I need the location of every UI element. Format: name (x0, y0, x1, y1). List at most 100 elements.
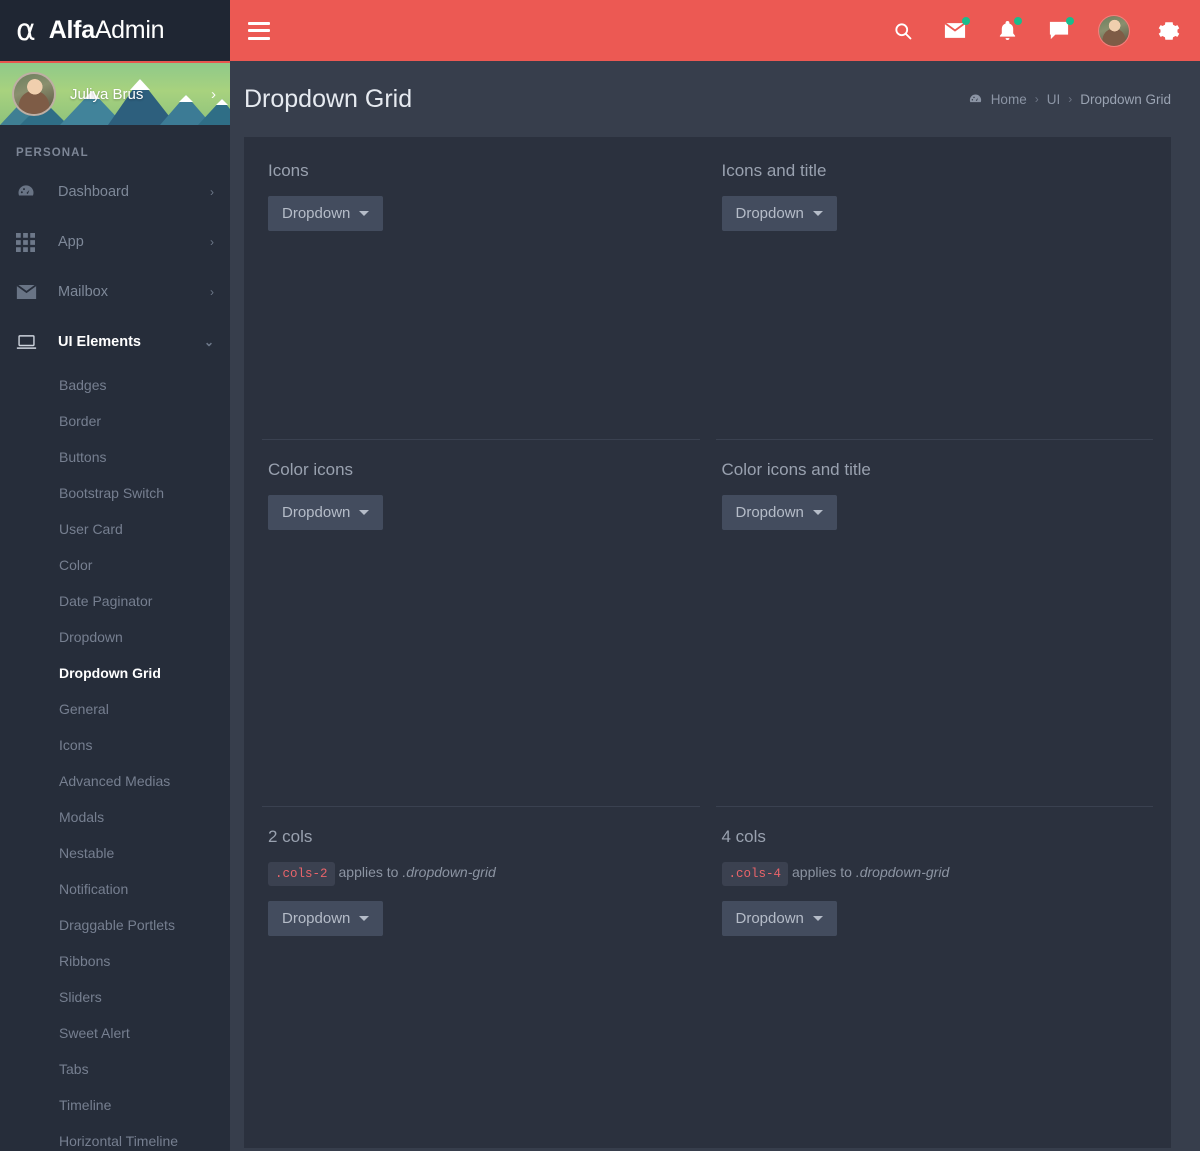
block-color-icons-and-title: Color icons and title Dropdown (708, 439, 1162, 806)
sidebar-subitem-border[interactable]: Border (0, 403, 230, 439)
breadcrumb-separator: › (1034, 92, 1039, 106)
block-icons-and-title: Icons and title Dropdown (708, 155, 1162, 439)
hamburger-bar (248, 29, 270, 32)
block-title: 4 cols (721, 827, 766, 846)
brand-name-bold: Alfa (48, 16, 95, 44)
hamburger-icon[interactable] (248, 21, 270, 40)
dropdown-button[interactable]: Dropdown (721, 901, 837, 936)
sidebar-subitem-badges[interactable]: Badges (0, 367, 230, 403)
block-title: Color icons and title (721, 460, 871, 479)
hamburger-bar (248, 36, 270, 40)
caret-down-icon (359, 916, 370, 921)
sidebar-subitem-timeline[interactable]: Timeline (0, 1087, 230, 1123)
chevron-right-icon: › (210, 285, 214, 299)
dropdown-button-label: Dropdown (282, 910, 351, 927)
chevron-down-icon: ⌄ (203, 335, 214, 349)
topbar-actions (890, 14, 1182, 47)
caret-down-icon (812, 211, 823, 216)
blocks-row-1: Icons Dropdown Icons and title Dropdown (254, 155, 1161, 439)
bell-icon[interactable] (994, 16, 1022, 44)
brand-logo-area[interactable]: α AlfaAdmin (0, 0, 230, 61)
dropdown-button-label: Dropdown (735, 205, 804, 222)
sidebar-item-ui-elements[interactable]: UI Elements ⌄ (0, 317, 230, 367)
notification-badge-dot (962, 16, 970, 25)
sidebar-subitem-buttons[interactable]: Buttons (0, 439, 230, 475)
sidebar-subitem-sweet-alert[interactable]: Sweet Alert (0, 1015, 230, 1051)
block-body: Icons Dropdown (262, 155, 700, 439)
sidebar-subitem-dropdown-grid[interactable]: Dropdown Grid (0, 655, 230, 691)
dashboard-gauge-icon (16, 182, 44, 202)
caret-down-icon (812, 510, 823, 515)
block-description-emphasis: .dropdown-grid (402, 864, 496, 880)
block-description-emphasis: .dropdown-grid (855, 864, 950, 880)
sidebar-subitem-icons[interactable]: Icons (0, 727, 230, 763)
sidebar-subitem-modals[interactable]: Modals (0, 799, 230, 835)
block-description: .cols-2 applies to .dropdown-grid (262, 862, 700, 886)
block-4-cols: 4 cols .cols-4 applies to .dropdown-grid … (708, 806, 1162, 1096)
brand-name-light: Admin (94, 16, 165, 44)
avatar (12, 72, 56, 116)
user-profile-card[interactable]: Juliya Brus › (0, 61, 230, 125)
chat-icon[interactable] (1046, 16, 1074, 44)
sidebar-subitem-general[interactable]: General (0, 691, 230, 727)
sidebar: α AlfaAdmin Juliya Brus › PERSONAL Dashb… (0, 0, 230, 1151)
breadcrumb-item-current: Dropdown Grid (1080, 91, 1171, 107)
sidebar-subitem-user-card[interactable]: User Card (0, 511, 230, 547)
breadcrumb-item-home[interactable]: Home (991, 92, 1027, 107)
sidebar-subitem-advanced-medias[interactable]: Advanced Medias (0, 763, 230, 799)
sidebar-item-mailbox[interactable]: Mailbox › (0, 267, 230, 317)
sidebar-item-label: Dashboard (58, 184, 129, 200)
chevron-right-icon[interactable]: › (211, 86, 216, 103)
sidebar-subitem-color[interactable]: Color (0, 547, 230, 583)
block-body: 4 cols .cols-4 applies to .dropdown-grid … (715, 806, 1153, 1096)
gear-icon[interactable] (1156, 18, 1182, 44)
sidebar-subitem-horizontal-timeline[interactable]: Horizontal Timeline (0, 1123, 230, 1151)
notification-badge-dot (1066, 16, 1074, 25)
sidebar-subitem-date-paginator[interactable]: Date Paginator (0, 583, 230, 619)
avatar-image (1099, 15, 1129, 46)
caret-down-icon (359, 211, 370, 216)
dropdown-button[interactable]: Dropdown (721, 196, 837, 231)
chevron-right-icon: › (210, 185, 214, 199)
block-body: Icons and title Dropdown (716, 155, 1154, 439)
dropdown-button[interactable]: Dropdown (268, 495, 384, 530)
block-body: Color icons Dropdown (262, 439, 700, 806)
dropdown-button-label: Dropdown (282, 205, 351, 222)
sidebar-item-dashboard[interactable]: Dashboard › (0, 167, 230, 217)
sidebar-subitem-sliders[interactable]: Sliders (0, 979, 230, 1015)
chevron-right-icon: › (210, 235, 214, 249)
sidebar-subitem-bootstrap-switch[interactable]: Bootstrap Switch (0, 475, 230, 511)
hamburger-bar (248, 21, 270, 25)
sidebar-subitem-notification[interactable]: Notification (0, 871, 230, 907)
search-icon[interactable] (890, 18, 916, 44)
avatar[interactable] (1098, 14, 1130, 47)
sidebar-subitem-tabs[interactable]: Tabs (0, 1051, 230, 1087)
envelope-icon (16, 282, 44, 302)
blocks-row-3: 2 cols .cols-2 applies to .dropdown-grid … (254, 806, 1161, 1096)
code-badge: .cols-2 (268, 862, 335, 886)
main-area: Dropdown Grid Home › UI › Dropdown Grid (230, 0, 1200, 1151)
sidebar-subitem-dropdown[interactable]: Dropdown (0, 619, 230, 655)
dropdown-button-label: Dropdown (735, 910, 804, 927)
block-color-icons: Color icons Dropdown (254, 439, 708, 806)
breadcrumb-item-ui[interactable]: UI (1047, 92, 1061, 107)
dropdown-button[interactable]: Dropdown (268, 196, 384, 231)
sidebar-subitem-nestable[interactable]: Nestable (0, 835, 230, 871)
block-title: Icons and title (721, 161, 827, 180)
sidebar-item-app[interactable]: App › (0, 217, 230, 267)
block-icons: Icons Dropdown (254, 155, 708, 439)
sidebar-item-label: Mailbox (58, 284, 108, 300)
block-description-text: applies to (338, 864, 403, 880)
envelope-icon[interactable] (942, 16, 970, 44)
dropdown-button[interactable]: Dropdown (268, 901, 384, 936)
sidebar-subitem-ribbons[interactable]: Ribbons (0, 943, 230, 979)
sidebar-subitem-draggable-portlets[interactable]: Draggable Portlets (0, 907, 230, 943)
block-title: Color icons (268, 460, 354, 479)
page-header: Dropdown Grid Home › UI › Dropdown Grid (230, 61, 1200, 137)
dropdown-button[interactable]: Dropdown (721, 495, 837, 530)
caret-down-icon (812, 916, 823, 921)
page-title: Dropdown Grid (244, 84, 413, 113)
